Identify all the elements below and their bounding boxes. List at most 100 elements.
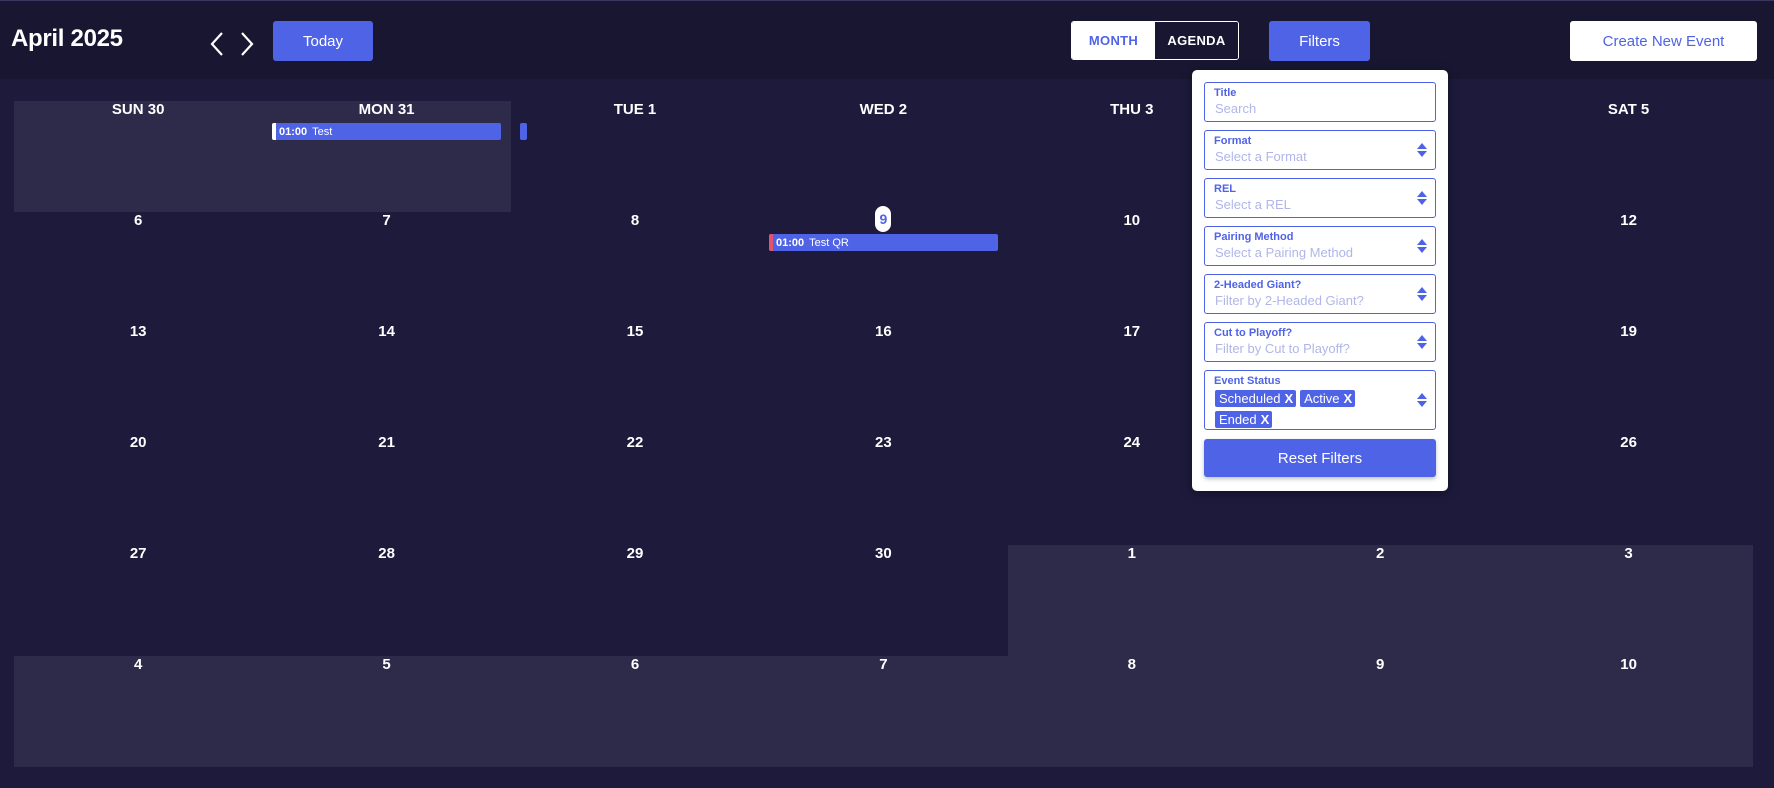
day-label: 28 bbox=[378, 545, 395, 562]
day-label: 8 bbox=[1127, 656, 1136, 673]
day-cell-today[interactable]: 9 bbox=[759, 206, 1007, 323]
day-label: 3 bbox=[1624, 545, 1633, 562]
day-label: 9 bbox=[1376, 656, 1385, 673]
day-cell[interactable]: 9 bbox=[1256, 656, 1505, 767]
field-label: REL bbox=[1214, 183, 1236, 195]
day-label: 7 bbox=[879, 656, 888, 673]
format-select[interactable]: Format Select a Format bbox=[1204, 130, 1436, 170]
day-cell[interactable]: 14 bbox=[262, 323, 510, 434]
remove-tag-icon[interactable]: X bbox=[1261, 412, 1270, 427]
day-cell[interactable]: 28 bbox=[262, 545, 510, 656]
select-arrows-icon bbox=[1417, 191, 1427, 205]
day-label: 10 bbox=[1620, 656, 1637, 673]
tag-label: Scheduled bbox=[1219, 391, 1281, 406]
day-cell[interactable]: 29 bbox=[511, 545, 759, 656]
day-cell[interactable]: SUN 30 bbox=[14, 101, 263, 212]
day-cell[interactable]: 8 bbox=[1007, 656, 1256, 767]
day-cell[interactable]: 26 bbox=[1504, 434, 1752, 545]
day-cell[interactable]: 2 bbox=[1256, 545, 1505, 656]
day-cell[interactable]: SAT 5 bbox=[1504, 101, 1752, 212]
status-tag-ended: Ended X bbox=[1215, 411, 1273, 428]
cut-to-playoff-select[interactable]: Cut to Playoff? Filter by Cut to Playoff… bbox=[1204, 322, 1436, 362]
field-label: Event Status bbox=[1214, 375, 1281, 387]
top-toolbar: April 2025 Today MONTH AGENDA Filters Cr… bbox=[0, 0, 1774, 79]
select-arrows-icon bbox=[1417, 287, 1427, 301]
event-title: Test bbox=[312, 125, 333, 138]
day-cell[interactable]: 6 bbox=[14, 212, 262, 323]
day-label: 8 bbox=[630, 212, 640, 229]
status-tags: Scheduled X Active X Ended X bbox=[1215, 390, 1415, 432]
select-arrows-icon bbox=[1417, 239, 1427, 253]
day-cell[interactable]: 30 bbox=[759, 545, 1007, 656]
event-marker bbox=[272, 123, 276, 140]
day-label: 15 bbox=[626, 323, 644, 340]
day-label: 13 bbox=[129, 323, 147, 340]
select-arrows-icon bbox=[1417, 393, 1427, 407]
day-cell[interactable]: 7 bbox=[262, 212, 510, 323]
event-chip-test-qr[interactable]: 01:00 Test QR bbox=[769, 234, 998, 251]
day-label: 6 bbox=[630, 656, 640, 673]
day-cell[interactable]: 19 bbox=[1504, 323, 1752, 434]
title-search-input[interactable] bbox=[1215, 101, 1415, 116]
remove-tag-icon[interactable]: X bbox=[1344, 391, 1353, 406]
day-cell[interactable]: 6 bbox=[510, 656, 760, 767]
day-cell[interactable]: WED 2 bbox=[759, 101, 1007, 212]
day-cell[interactable]: 16 bbox=[759, 323, 1007, 434]
create-event-button[interactable]: Create New Event bbox=[1570, 21, 1757, 61]
view-month-button[interactable]: MONTH bbox=[1072, 22, 1155, 59]
day-label: 7 bbox=[382, 212, 391, 229]
day-cell[interactable]: 1 bbox=[1007, 545, 1256, 656]
day-cell[interactable]: 20 bbox=[14, 434, 262, 545]
prev-month-button[interactable] bbox=[204, 27, 230, 61]
day-cell[interactable]: 10 bbox=[1504, 656, 1753, 767]
day-label: TUE 1 bbox=[613, 101, 657, 118]
day-label: 16 bbox=[875, 323, 892, 340]
day-cell[interactable]: 23 bbox=[759, 434, 1007, 545]
field-label: Pairing Method bbox=[1214, 231, 1294, 243]
day-cell[interactable]: MON 31 bbox=[262, 101, 528, 212]
day-cell[interactable]: 4 bbox=[14, 656, 263, 767]
day-label: 12 bbox=[1620, 212, 1637, 229]
status-tag-active: Active X bbox=[1300, 390, 1356, 407]
day-cell[interactable]: 27 bbox=[14, 545, 262, 656]
event-status-multiselect[interactable]: Event Status Scheduled X Active X Ended … bbox=[1204, 370, 1436, 430]
day-label: 30 bbox=[875, 545, 892, 562]
day-label: 19 bbox=[1620, 323, 1637, 340]
day-cell[interactable]: 22 bbox=[511, 434, 759, 545]
day-cell[interactable]: 12 bbox=[1504, 212, 1752, 323]
day-cell[interactable]: 5 bbox=[262, 656, 511, 767]
day-label: 4 bbox=[134, 656, 143, 673]
view-agenda-button[interactable]: AGENDA bbox=[1155, 22, 1238, 59]
select-placeholder: Filter by Cut to Playoff? bbox=[1215, 341, 1350, 356]
day-cell[interactable]: 21 bbox=[262, 434, 510, 545]
event-time: 01:00 bbox=[776, 236, 805, 249]
today-button[interactable]: Today bbox=[273, 21, 373, 61]
today-badge: 9 bbox=[875, 206, 892, 232]
day-label: 6 bbox=[134, 212, 143, 229]
day-cell[interactable]: 3 bbox=[1504, 545, 1753, 656]
day-label: 21 bbox=[378, 434, 395, 451]
rel-select[interactable]: REL Select a REL bbox=[1204, 178, 1436, 218]
next-month-button[interactable] bbox=[234, 27, 260, 61]
day-cell[interactable]: 8 bbox=[511, 212, 759, 323]
filters-button[interactable]: Filters bbox=[1269, 21, 1370, 61]
day-cell[interactable]: 7 bbox=[759, 656, 1008, 767]
event-marker bbox=[769, 234, 773, 251]
select-placeholder: Select a Format bbox=[1215, 149, 1307, 164]
reset-filters-button[interactable]: Reset Filters bbox=[1204, 439, 1436, 477]
filters-panel: Title Format Select a Format REL Select … bbox=[1192, 70, 1448, 491]
day-cell[interactable]: 15 bbox=[511, 323, 759, 434]
remove-tag-icon[interactable]: X bbox=[1284, 391, 1293, 406]
select-placeholder: Select a REL bbox=[1215, 197, 1291, 212]
day-cell[interactable]: 13 bbox=[14, 323, 262, 434]
title-filter-field[interactable]: Title bbox=[1204, 82, 1436, 122]
tag-label: Ended bbox=[1219, 412, 1257, 427]
event-chip-test[interactable]: 01:00 Test bbox=[272, 123, 501, 140]
month-title: April 2025 bbox=[11, 25, 123, 52]
select-placeholder: Filter by 2-Headed Giant? bbox=[1215, 293, 1364, 308]
pairing-method-select[interactable]: Pairing Method Select a Pairing Method bbox=[1204, 226, 1436, 266]
day-cell[interactable]: TUE 1 bbox=[511, 101, 759, 212]
chevron-right-icon bbox=[241, 32, 254, 56]
two-headed-giant-select[interactable]: 2-Headed Giant? Filter by 2-Headed Giant… bbox=[1204, 274, 1436, 314]
field-label: 2-Headed Giant? bbox=[1214, 279, 1302, 291]
